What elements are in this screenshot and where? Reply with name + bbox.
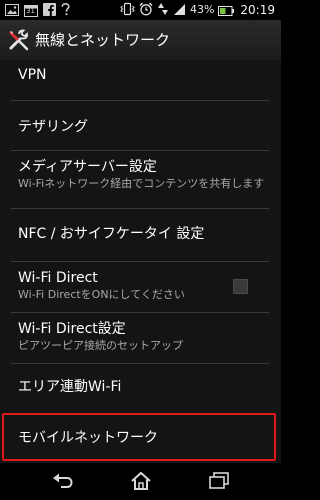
calendar-day: 31 xyxy=(26,6,35,15)
wrench-screwdriver-icon[interactable] xyxy=(8,29,30,51)
list-item-nfc[interactable]: NFC / おサイフケータイ 設定 xyxy=(0,209,281,261)
wifi-direct-checkbox[interactable] xyxy=(233,279,248,294)
system-icons: 43% 20:19 xyxy=(120,1,275,20)
battery-icon xyxy=(218,1,235,20)
action-bar: 無線とネットワーク xyxy=(0,20,281,61)
vibrate-icon xyxy=(120,1,135,20)
list-item-media-server[interactable]: メディアサーバー設定 Wi-Fiネットワーク経由でコンテンツを共有します xyxy=(0,151,281,208)
item-title: メディアサーバー設定 xyxy=(18,159,157,175)
list-item-wifi-direct-settings[interactable]: Wi-Fi Direct設定 ピアツーピア接続のセットアップ xyxy=(0,313,281,363)
signal-icon xyxy=(173,1,186,20)
item-summary: Wi-Fiネットワーク経由でコンテンツを共有します xyxy=(18,177,265,190)
alarm-icon xyxy=(139,1,153,20)
clock: 20:19 xyxy=(240,3,275,17)
recent-apps-icon[interactable] xyxy=(207,470,231,492)
navigation-bar xyxy=(0,463,281,500)
battery-percent: 43% xyxy=(189,3,215,16)
list-item-wifi-direct[interactable]: Wi-Fi Direct Wi-Fi DirectをONにしてください xyxy=(0,262,281,312)
page-title: 無線とネットワーク xyxy=(35,31,171,49)
image-icon xyxy=(5,1,19,20)
item-title: Wi-Fi Direct xyxy=(18,270,98,286)
facebook-icon xyxy=(43,1,56,20)
item-title: VPN xyxy=(18,67,47,83)
list-item-tethering[interactable]: テザリング xyxy=(0,101,281,150)
help-icon xyxy=(61,1,70,20)
status-bar: 31 43% 20:19 xyxy=(0,0,281,20)
back-icon[interactable] xyxy=(51,470,75,492)
item-title: NFC / おサイフケータイ 設定 xyxy=(18,226,205,242)
item-title: エリア連動Wi-Fi xyxy=(18,379,122,395)
highlight-frame xyxy=(2,413,276,461)
item-summary: Wi-Fi DirectをONにしてください xyxy=(18,288,185,301)
notification-icons: 31 xyxy=(5,1,70,20)
calendar-icon: 31 xyxy=(24,4,38,17)
settings-screen: 31 43% 20:19 無線とネットワーク VPN テザリング メディアサーバ… xyxy=(0,0,281,500)
item-title: Wi-Fi Direct設定 xyxy=(18,321,126,337)
item-summary: ピアツーピア接続のセットアップ xyxy=(18,339,183,352)
home-icon[interactable] xyxy=(129,470,153,492)
item-title: テザリング xyxy=(18,119,88,135)
list-item-vpn[interactable]: VPN xyxy=(0,60,281,100)
list-item-area-wifi[interactable]: エリア連動Wi-Fi xyxy=(0,364,281,413)
data-icon xyxy=(157,1,169,20)
